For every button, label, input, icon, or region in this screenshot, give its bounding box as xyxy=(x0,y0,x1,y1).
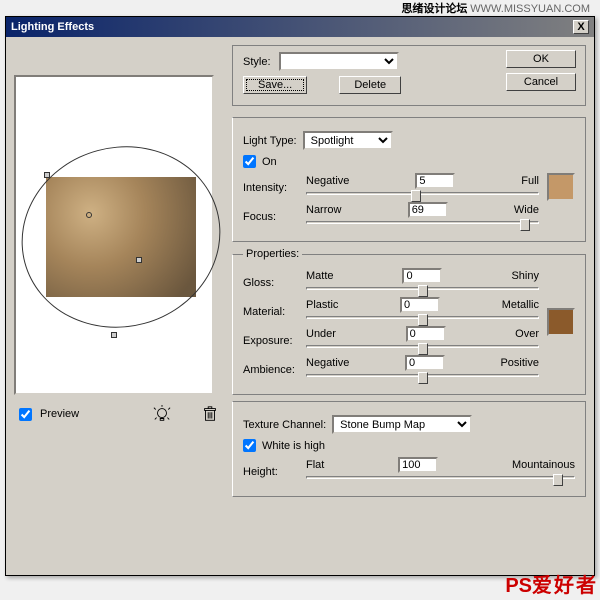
ambient-color-swatch[interactable] xyxy=(547,308,575,336)
light-color-swatch[interactable] xyxy=(547,173,575,201)
ok-button[interactable]: OK xyxy=(506,50,576,68)
material-slider[interactable]: Material:PlasticMetallic xyxy=(243,297,539,326)
titlebar: Lighting Effects X xyxy=(6,17,594,37)
light-handle[interactable] xyxy=(136,257,142,263)
delete-button[interactable]: Delete xyxy=(339,76,401,94)
texture-group: Texture Channel: Stone Bump Map White is… xyxy=(232,401,586,497)
light-handle[interactable] xyxy=(111,332,117,338)
style-select[interactable] xyxy=(279,52,399,71)
trash-icon[interactable] xyxy=(201,405,219,423)
texture-channel-select[interactable]: Stone Bump Map xyxy=(332,415,472,434)
light-type-select[interactable]: Spotlight xyxy=(303,131,393,150)
gloss-slider[interactable]: Gloss:MatteShiny xyxy=(243,268,539,297)
light-ellipse[interactable] xyxy=(1,124,241,350)
intensity-slider[interactable]: Intensity: NegativeFull xyxy=(243,173,539,202)
lighting-effects-dialog: Lighting Effects X Preview xyxy=(5,16,595,576)
texture-channel-label: Texture Channel: xyxy=(243,419,326,431)
on-label: On xyxy=(262,156,277,168)
exposure-slider[interactable]: Exposure:UnderOver xyxy=(243,326,539,355)
app-frame: 思绪设计论坛 WWW.MISSYUAN.COM Lighting Effects… xyxy=(0,0,600,600)
light-handle[interactable] xyxy=(44,172,50,178)
properties-group: Properties: Gloss:MatteShiny Material:Pl… xyxy=(232,248,586,395)
on-checkbox[interactable] xyxy=(243,155,256,168)
save-button[interactable]: Save... xyxy=(243,76,307,94)
lightbulb-icon[interactable] xyxy=(153,405,171,423)
cancel-button[interactable]: Cancel xyxy=(506,73,576,91)
light-type-label: Light Type: xyxy=(243,135,297,147)
preview-label: Preview xyxy=(40,408,79,420)
dialog-title: Lighting Effects xyxy=(11,21,94,33)
height-slider[interactable]: Height:FlatMountainous xyxy=(243,457,575,486)
watermark: 思绪设计论坛 WWW.MISSYUAN.COM xyxy=(401,0,590,16)
focus-slider[interactable]: Focus: NarrowWide xyxy=(243,202,539,231)
close-button[interactable]: X xyxy=(573,20,589,34)
white-high-label: White is high xyxy=(262,440,325,452)
light-type-group: Light Type: Spotlight On Intensity: Nega xyxy=(232,117,586,242)
preview-pane[interactable] xyxy=(14,75,214,395)
ps-watermark: PS爱好者 xyxy=(505,569,598,598)
white-high-checkbox[interactable] xyxy=(243,439,256,452)
preview-checkbox[interactable] xyxy=(19,408,32,421)
style-label: Style: xyxy=(243,56,271,68)
light-center[interactable] xyxy=(86,212,92,218)
ambience-slider[interactable]: Ambience:NegativePositive xyxy=(243,355,539,384)
